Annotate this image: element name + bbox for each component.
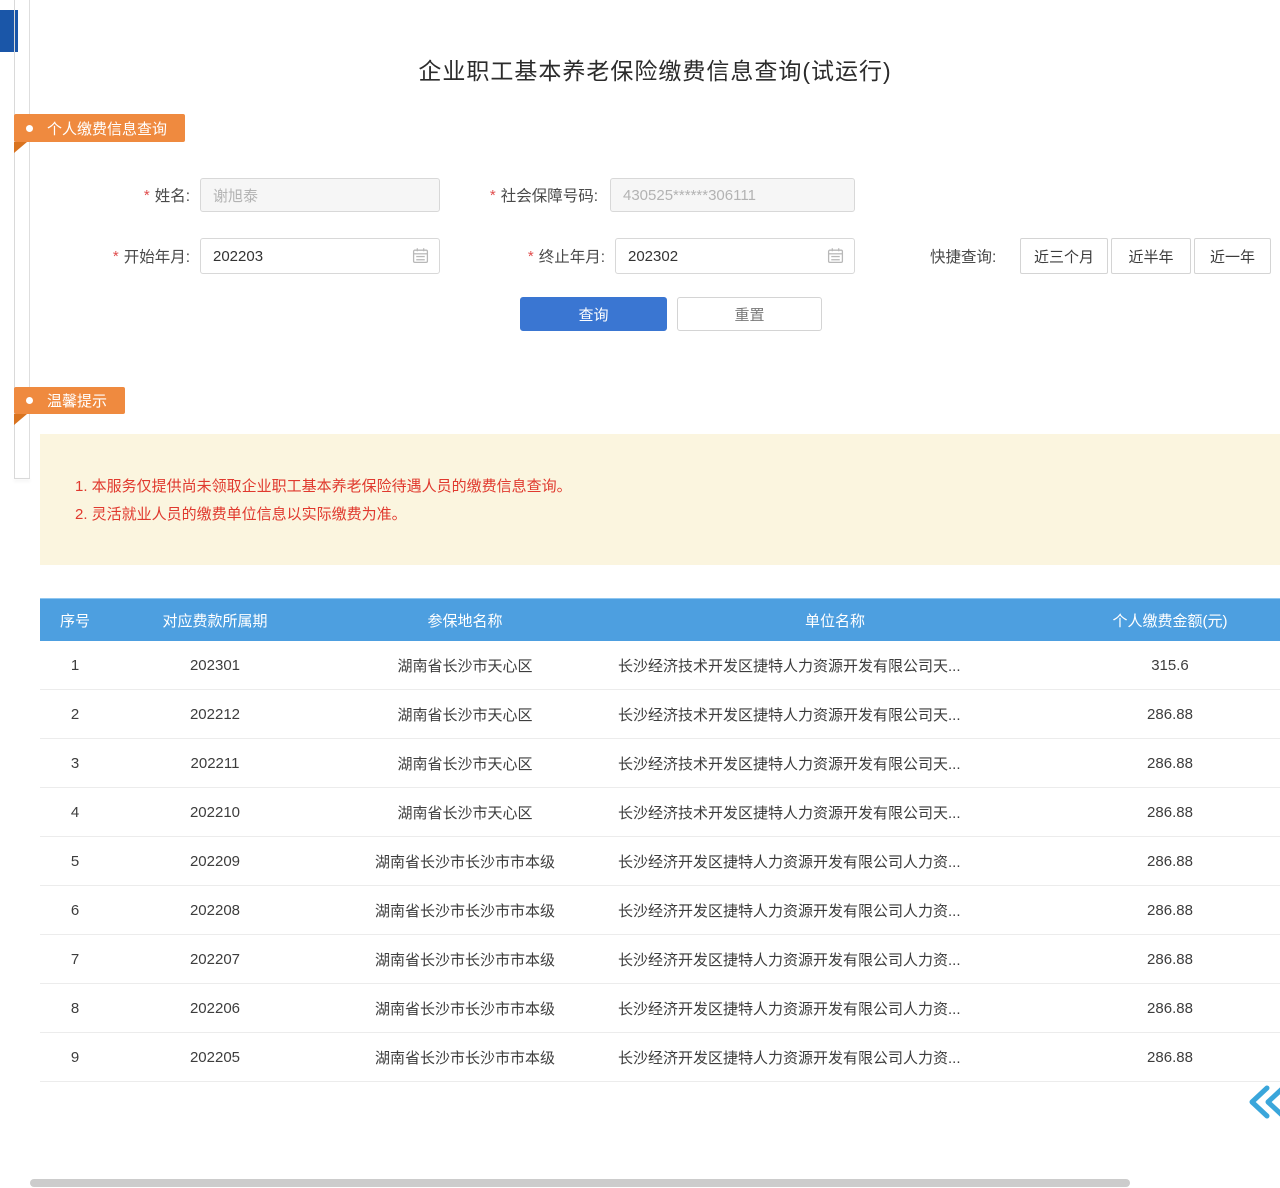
- payment-results-table: 序号 对应费款所属期 参保地名称 单位名称 个人缴费金额(元) 1 202301…: [40, 598, 1280, 1082]
- cell-company: 长沙经济开发区捷特人力资源开发有限公司人力资...: [610, 1033, 1060, 1081]
- cell-period: 202209: [110, 837, 320, 885]
- horizontal-scrollbar[interactable]: [30, 1179, 1130, 1187]
- cell-company: 长沙经济开发区捷特人力资源开发有限公司人力资...: [610, 886, 1060, 934]
- end-month-input[interactable]: [615, 238, 855, 274]
- ssn-field: [610, 178, 855, 212]
- pension-query-page: 企业职工基本养老保险缴费信息查询(试运行) 个人缴费信息查询 * 姓名: * 社…: [0, 0, 1280, 1188]
- table-row: 7 202207 湖南省长沙市长沙市市本级 长沙经济开发区捷特人力资源开发有限公…: [40, 935, 1280, 984]
- cell-period: 202210: [110, 788, 320, 836]
- double-chevron-left-icon[interactable]: [1246, 1082, 1280, 1122]
- cell-period: 202211: [110, 739, 320, 787]
- cell-company: 长沙经济技术开发区捷特人力资源开发有限公司天...: [610, 739, 1060, 787]
- reset-button[interactable]: 重置: [677, 297, 822, 331]
- cell-company: 长沙经济开发区捷特人力资源开发有限公司人力资...: [610, 935, 1060, 983]
- cell-period: 202212: [110, 690, 320, 738]
- cell-amount: 286.88: [1060, 886, 1280, 934]
- header-period: 对应费款所属期: [110, 599, 320, 641]
- tips-notice-box: 1. 本服务仅提供尚未领取企业职工基本养老保险待遇人员的缴费信息查询。 2. 灵…: [40, 434, 1280, 565]
- cell-period: 202301: [110, 641, 320, 689]
- required-asterisk: *: [528, 248, 534, 265]
- cell-period: 202205: [110, 1033, 320, 1081]
- cell-region: 湖南省长沙市长沙市市本级: [320, 1033, 610, 1081]
- cell-company: 长沙经济开发区捷特人力资源开发有限公司人力资...: [610, 984, 1060, 1032]
- calendar-icon[interactable]: [827, 247, 844, 269]
- cell-index: 4: [40, 788, 110, 836]
- cell-region: 湖南省长沙市长沙市市本级: [320, 837, 610, 885]
- cell-region: 湖南省长沙市天心区: [320, 739, 610, 787]
- start-month-input[interactable]: [200, 238, 440, 274]
- quick-query-label: 快捷查询:: [930, 238, 1015, 274]
- required-asterisk: *: [490, 187, 496, 204]
- table-row: 8 202206 湖南省长沙市长沙市市本级 长沙经济开发区捷特人力资源开发有限公…: [40, 984, 1280, 1033]
- section-badge-label: 个人缴费信息查询: [47, 118, 167, 139]
- cell-amount: 286.88: [1060, 739, 1280, 787]
- cell-index: 6: [40, 886, 110, 934]
- header-amount: 个人缴费金额(元): [1060, 599, 1280, 641]
- page-title: 企业职工基本养老保险缴费信息查询(试运行): [30, 52, 1280, 86]
- tip-line: 1. 本服务仅提供尚未领取企业职工基本养老保险待遇人员的缴费信息查询。: [75, 474, 1280, 499]
- cell-amount: 286.88: [1060, 984, 1280, 1032]
- cell-amount: 286.88: [1060, 935, 1280, 983]
- bullet-icon: [26, 125, 33, 132]
- table-row: 3 202211 湖南省长沙市天心区 长沙经济技术开发区捷特人力资源开发有限公司…: [40, 739, 1280, 788]
- cell-company: 长沙经济技术开发区捷特人力资源开发有限公司天...: [610, 641, 1060, 689]
- cell-amount: 286.88: [1060, 788, 1280, 836]
- calendar-icon[interactable]: [412, 247, 429, 269]
- cell-region: 湖南省长沙市长沙市市本级: [320, 886, 610, 934]
- cell-region: 湖南省长沙市长沙市市本级: [320, 984, 610, 1032]
- quick-option-last-year[interactable]: 近一年: [1194, 238, 1271, 274]
- cell-region: 湖南省长沙市长沙市市本级: [320, 935, 610, 983]
- header-region: 参保地名称: [320, 599, 610, 641]
- section-badge-label: 温馨提示: [47, 390, 107, 411]
- browser-edge-tab: [0, 10, 18, 52]
- cell-index: 5: [40, 837, 110, 885]
- table-row: 4 202210 湖南省长沙市天心区 长沙经济技术开发区捷特人力资源开发有限公司…: [40, 788, 1280, 837]
- cell-amount: 286.88: [1060, 837, 1280, 885]
- required-asterisk: *: [113, 248, 119, 265]
- cell-region: 湖南省长沙市天心区: [320, 690, 610, 738]
- section-badge-personal-query: 个人缴费信息查询: [14, 114, 185, 142]
- tip-line: 2. 灵活就业人员的缴费单位信息以实际缴费为准。: [75, 502, 1280, 527]
- table-row: 6 202208 湖南省长沙市长沙市市本级 长沙经济开发区捷特人力资源开发有限公…: [40, 886, 1280, 935]
- quick-option-last-3-months[interactable]: 近三个月: [1020, 238, 1108, 274]
- table-header: 序号 对应费款所属期 参保地名称 单位名称 个人缴费金额(元): [40, 598, 1280, 641]
- header-index: 序号: [40, 599, 110, 641]
- bullet-icon: [26, 397, 33, 404]
- cell-company: 长沙经济技术开发区捷特人力资源开发有限公司天...: [610, 788, 1060, 836]
- query-button[interactable]: 查询: [520, 297, 667, 331]
- section-badge-tips: 温馨提示: [14, 387, 125, 414]
- start-month-label: * 开始年月:: [88, 238, 190, 274]
- table-row: 1 202301 湖南省长沙市天心区 长沙经济技术开发区捷特人力资源开发有限公司…: [40, 641, 1280, 690]
- table-row: 5 202209 湖南省长沙市长沙市市本级 长沙经济开发区捷特人力资源开发有限公…: [40, 837, 1280, 886]
- cell-company: 长沙经济技术开发区捷特人力资源开发有限公司天...: [610, 690, 1060, 738]
- cell-region: 湖南省长沙市天心区: [320, 641, 610, 689]
- cell-index: 9: [40, 1033, 110, 1081]
- cell-amount: 286.88: [1060, 690, 1280, 738]
- header-company: 单位名称: [610, 599, 1060, 641]
- ribbon-fold: [14, 142, 27, 153]
- panel-border-line: [14, 478, 30, 479]
- cell-region: 湖南省长沙市天心区: [320, 788, 610, 836]
- cell-amount: 315.6: [1060, 641, 1280, 689]
- table-row: 9 202205 湖南省长沙市长沙市市本级 长沙经济开发区捷特人力资源开发有限公…: [40, 1033, 1280, 1082]
- cell-index: 3: [40, 739, 110, 787]
- name-field: [200, 178, 440, 212]
- cell-company: 长沙经济开发区捷特人力资源开发有限公司人力资...: [610, 837, 1060, 885]
- cell-index: 7: [40, 935, 110, 983]
- cell-period: 202208: [110, 886, 320, 934]
- cell-amount: 286.88: [1060, 1033, 1280, 1081]
- ribbon-fold: [14, 414, 27, 425]
- cell-period: 202207: [110, 935, 320, 983]
- cell-index: 8: [40, 984, 110, 1032]
- quick-option-last-half-year[interactable]: 近半年: [1111, 238, 1191, 274]
- cell-index: 2: [40, 690, 110, 738]
- ssn-label: * 社会保障号码:: [455, 178, 598, 212]
- cell-period: 202206: [110, 984, 320, 1032]
- name-label: * 姓名:: [88, 178, 190, 212]
- end-month-label: * 终止年月:: [490, 238, 605, 274]
- required-asterisk: *: [144, 187, 150, 204]
- cell-index: 1: [40, 641, 110, 689]
- table-row: 2 202212 湖南省长沙市天心区 长沙经济技术开发区捷特人力资源开发有限公司…: [40, 690, 1280, 739]
